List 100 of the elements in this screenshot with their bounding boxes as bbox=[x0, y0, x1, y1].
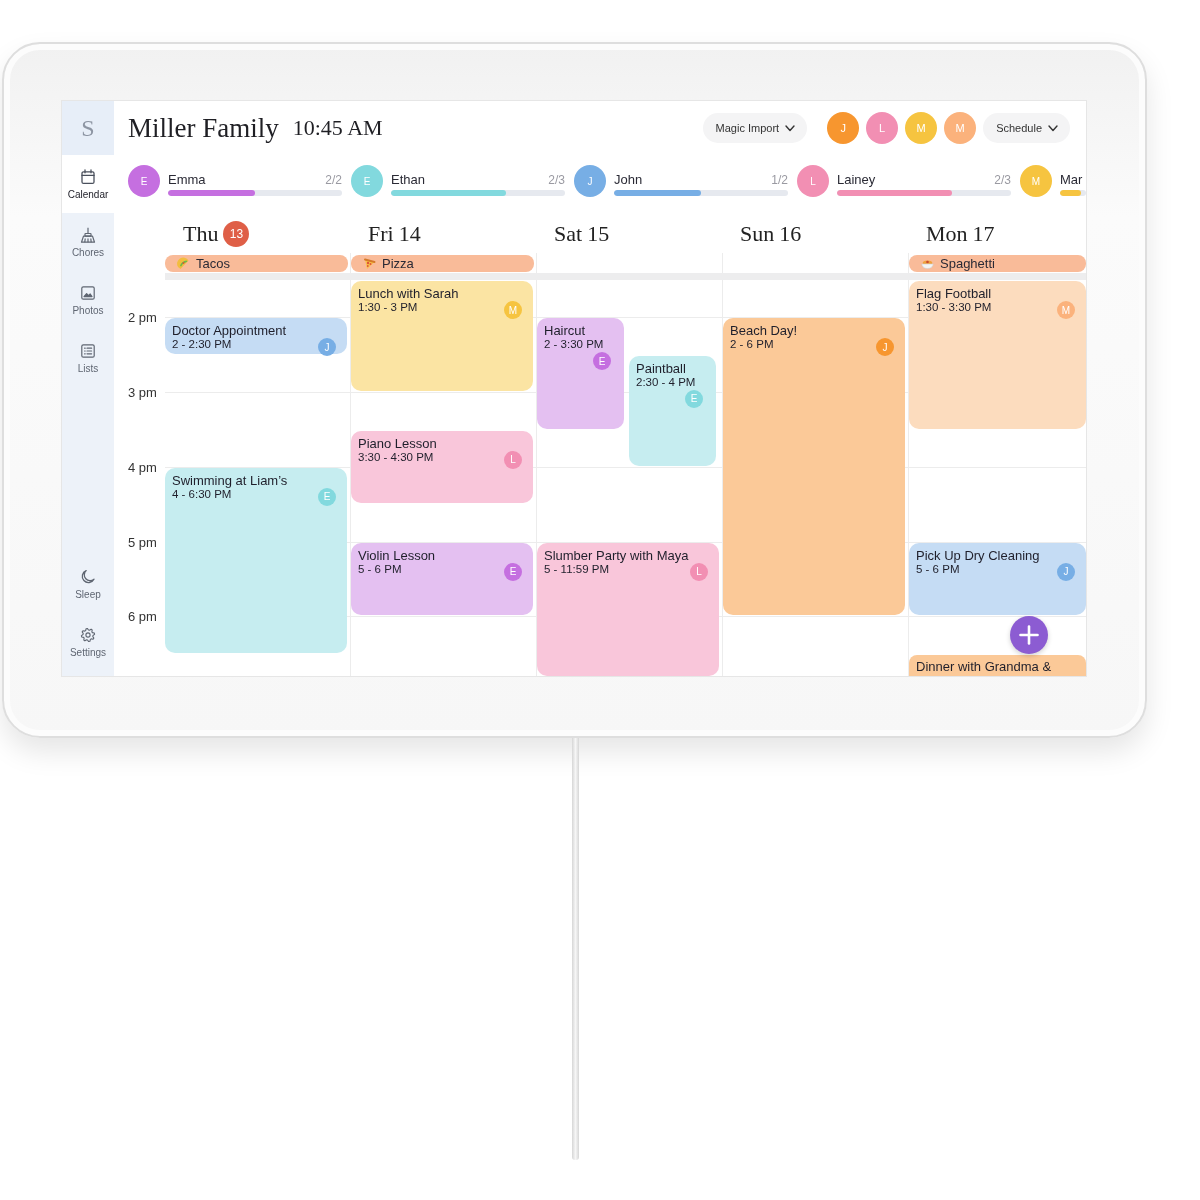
hour-label: 6 pm bbox=[128, 608, 157, 624]
event-card[interactable]: Dinner with Grandma & bbox=[909, 655, 1086, 676]
calendar-icon bbox=[80, 168, 96, 185]
broom-icon bbox=[80, 226, 96, 243]
nav-item[interactable]: Settings bbox=[62, 613, 114, 671]
day-date: 14 bbox=[398, 221, 421, 247]
plus-icon bbox=[1019, 625, 1039, 645]
event-card[interactable]: Haircut 2 - 3:30 PM E bbox=[537, 318, 624, 429]
event-card[interactable]: Beach Day! 2 - 6 PM J bbox=[723, 318, 905, 616]
member-avatar: J bbox=[574, 165, 606, 197]
event-title: Beach Day! bbox=[730, 323, 798, 339]
nav-item[interactable]: Calendar bbox=[62, 155, 114, 213]
date-badge: 13 bbox=[223, 221, 250, 247]
import-dropdown[interactable]: Magic Import bbox=[702, 113, 808, 143]
event-title: Violin Lesson bbox=[358, 547, 436, 563]
event-time: 2 - 6 PM bbox=[730, 338, 774, 352]
list-icon bbox=[80, 342, 96, 359]
add-event-button[interactable] bbox=[1010, 616, 1048, 654]
event-title: Slumber Party with Maya bbox=[544, 547, 689, 563]
pasta-bowl-icon bbox=[921, 257, 934, 270]
settings-icon bbox=[80, 626, 96, 643]
family-title: Miller Family bbox=[128, 112, 279, 144]
chore-count: 2/3 bbox=[548, 173, 565, 188]
chore-count: 1/2 bbox=[771, 173, 788, 188]
meal-banner[interactable]: Tacos bbox=[165, 255, 348, 272]
hour-label: 4 pm bbox=[128, 459, 157, 475]
event-avatar: L bbox=[690, 562, 708, 581]
image-icon bbox=[80, 284, 96, 301]
event-title: Piano Lesson bbox=[358, 435, 437, 451]
day-name: Sun bbox=[740, 221, 775, 247]
meal-name: Pizza bbox=[382, 256, 414, 271]
app-logo: S bbox=[62, 101, 114, 155]
member-name: Emma bbox=[168, 172, 206, 187]
day-name: Thu bbox=[183, 221, 219, 247]
event-title: Swimming at Liam’s bbox=[172, 472, 288, 488]
view-dropdown[interactable]: Schedule bbox=[983, 113, 1070, 143]
event-title: Dinner with Grandma & bbox=[916, 659, 1052, 674]
day-name: Sat bbox=[554, 221, 583, 247]
member-avatar: L bbox=[797, 165, 829, 197]
event-time: 1:30 - 3 PM bbox=[358, 301, 418, 314]
nav-item[interactable]: Photos bbox=[62, 271, 114, 329]
event-avatar: J bbox=[876, 338, 894, 357]
event-time: 1:30 - 3:30 PM bbox=[916, 301, 992, 314]
meal-name: Spaghetti bbox=[940, 256, 995, 271]
clock-time: 10:45 AM bbox=[292, 115, 383, 141]
hour-label: 3 pm bbox=[128, 384, 157, 400]
event-title: Pick Up Dry Cleaning bbox=[916, 547, 1040, 563]
event-avatar: L bbox=[504, 450, 522, 469]
event-card[interactable]: Paintball 2:30 - 4 PM E bbox=[629, 355, 716, 466]
hour-label: 5 pm bbox=[128, 534, 157, 550]
day-date: 17 bbox=[972, 221, 995, 247]
event-time: 2 - 2:30 PM bbox=[172, 338, 232, 352]
chore-count: 2/3 bbox=[994, 173, 1011, 188]
member-name: John bbox=[614, 172, 643, 187]
event-card[interactable]: Flag Football 1:30 - 3:30 PM M bbox=[909, 281, 1086, 429]
member-name: Ethan bbox=[391, 172, 425, 187]
day-name: Mon bbox=[926, 221, 968, 247]
event-card[interactable]: Slumber Party with Maya 5 - 11:59 PM L bbox=[537, 542, 719, 676]
day-date: 16 bbox=[779, 221, 802, 247]
event-time: 2 - 3:30 PM bbox=[544, 338, 604, 352]
event-avatar: J bbox=[318, 338, 336, 357]
event-card[interactable]: Violin Lesson 5 - 6 PM E bbox=[351, 542, 533, 616]
member-name: Mar bbox=[1060, 172, 1083, 187]
event-card[interactable]: Swimming at Liam’s 4 - 6:30 PM E bbox=[165, 467, 347, 653]
event-avatar: E bbox=[685, 389, 703, 408]
event-title: Haircut bbox=[544, 323, 586, 339]
event-title: Lunch with Sarah bbox=[358, 286, 459, 301]
day-date: 15 bbox=[587, 221, 610, 247]
nav-item[interactable]: Lists bbox=[62, 329, 114, 387]
event-avatar: J bbox=[1057, 562, 1075, 581]
event-title: Flag Football bbox=[916, 286, 992, 301]
chevron-down-icon bbox=[785, 124, 796, 132]
member-avatar: M bbox=[1020, 165, 1052, 197]
event-time: 2:30 - 4 PM bbox=[636, 375, 696, 389]
meal-banner[interactable]: Pizza bbox=[351, 255, 534, 272]
nav-item[interactable]: Chores bbox=[62, 213, 114, 271]
meal-name: Tacos bbox=[196, 256, 230, 271]
event-time: 3:30 - 4:30 PM bbox=[358, 450, 434, 464]
moon-icon bbox=[80, 568, 96, 585]
event-title: Doctor Appointment bbox=[172, 323, 287, 339]
member-name: Lainey bbox=[837, 172, 876, 187]
event-card[interactable]: Lunch with Sarah 1:30 - 3 PM M bbox=[351, 281, 533, 392]
chore-count: 2/2 bbox=[325, 173, 342, 188]
taco-icon bbox=[177, 257, 190, 270]
event-avatar: E bbox=[318, 487, 336, 506]
event-time: 5 - 11:59 PM bbox=[544, 562, 609, 576]
pizza-icon bbox=[363, 257, 376, 270]
event-card[interactable]: Pick Up Dry Cleaning 5 - 6 PM J bbox=[909, 542, 1086, 616]
event-avatar: E bbox=[593, 352, 611, 371]
meal-banner[interactable]: Spaghetti bbox=[909, 255, 1086, 272]
nav-item[interactable]: Sleep bbox=[62, 555, 114, 613]
event-card[interactable]: Doctor Appointment 2 - 2:30 PM J bbox=[165, 318, 347, 354]
event-card[interactable]: Piano Lesson 3:30 - 4:30 PM L bbox=[351, 430, 533, 504]
event-avatar: E bbox=[504, 562, 522, 581]
hour-label: 2 pm bbox=[128, 309, 157, 325]
event-time: 4 - 6:30 PM bbox=[172, 487, 232, 501]
member-avatar: E bbox=[351, 165, 383, 197]
day-name: Fri bbox=[368, 221, 394, 247]
event-avatar: M bbox=[1057, 301, 1075, 319]
member-avatar: E bbox=[128, 165, 160, 197]
